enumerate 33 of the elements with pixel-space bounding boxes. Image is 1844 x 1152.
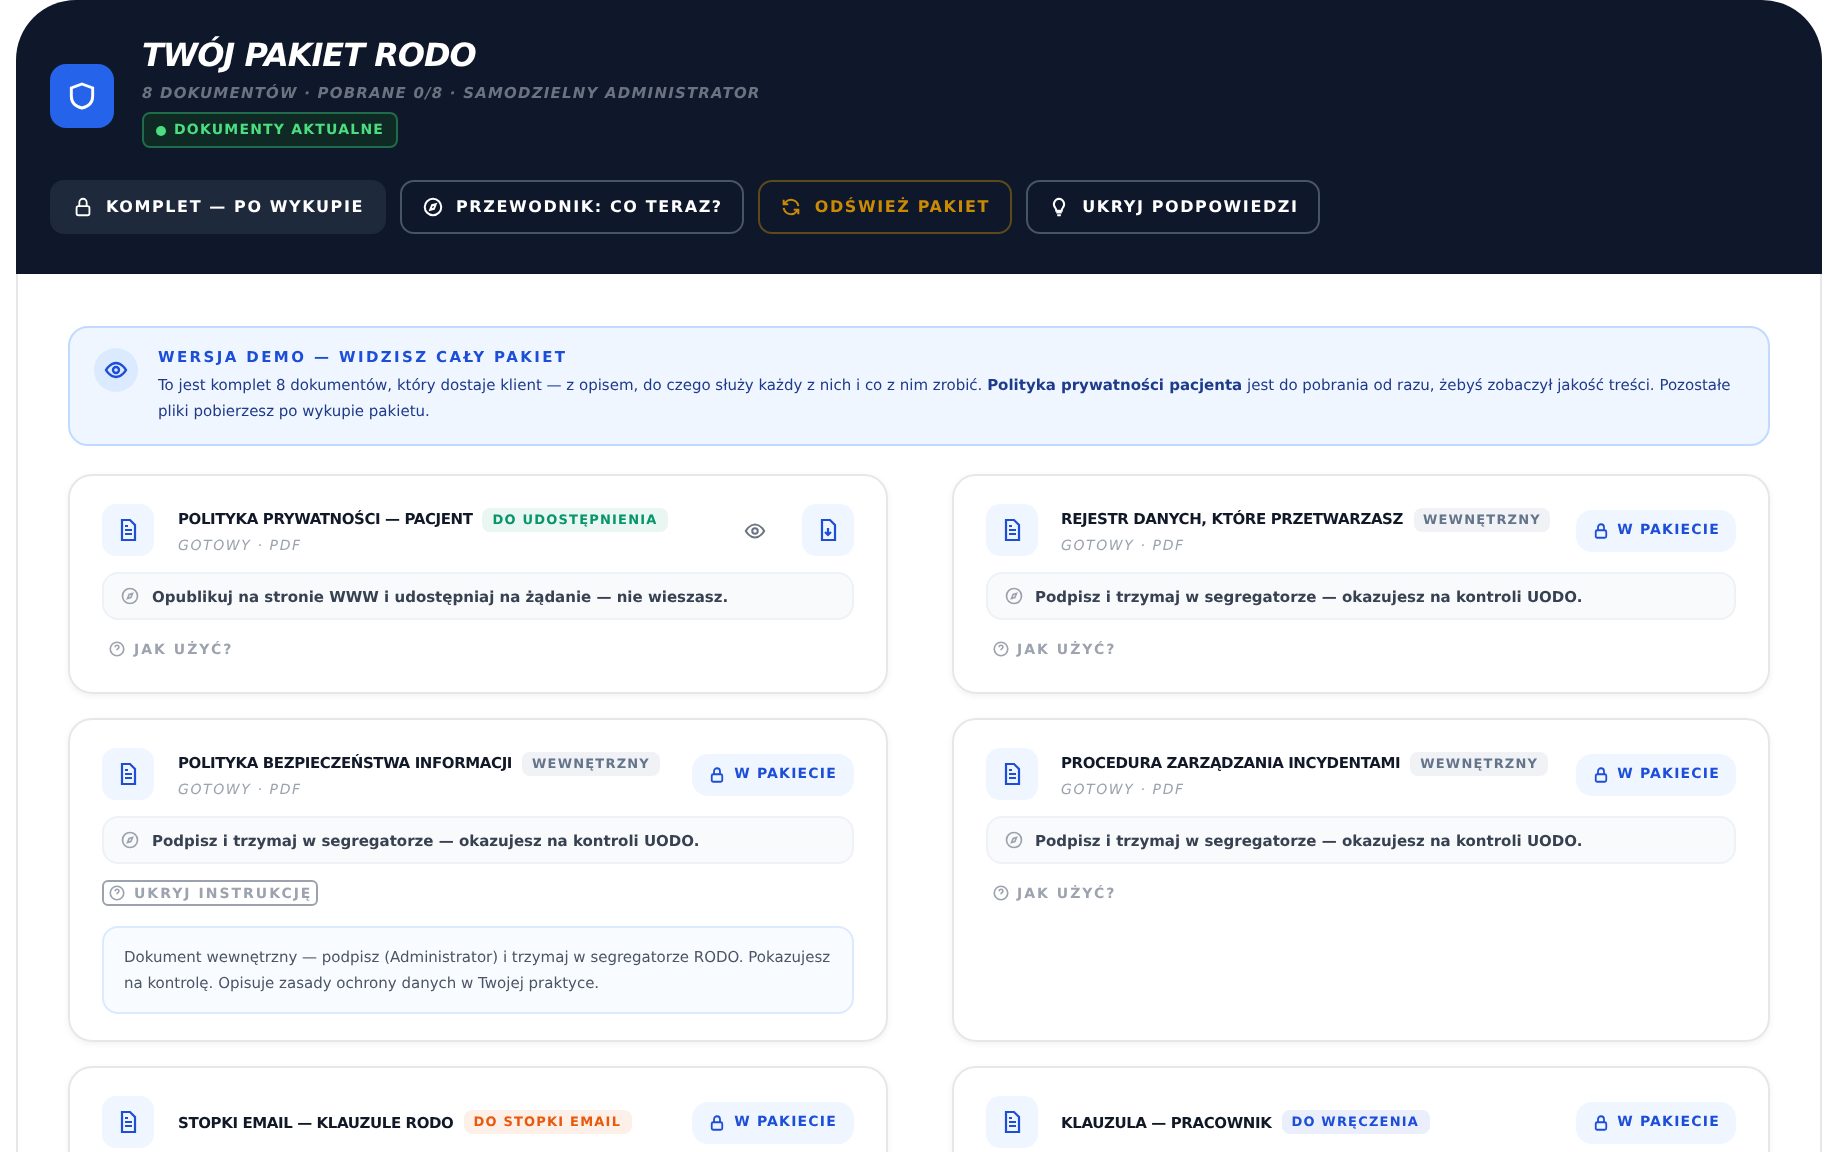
lock-icon: [708, 1113, 727, 1131]
document-icon: [985, 1096, 1037, 1148]
compass-icon: [1003, 830, 1023, 850]
compass-icon: [120, 830, 140, 850]
document-icon: [102, 748, 154, 800]
header-button[interactable]: ODŚWIEŻ PAKIET: [758, 180, 1013, 234]
download-button[interactable]: [801, 504, 853, 556]
document-icon: [102, 504, 154, 556]
document-icon: [102, 1096, 154, 1148]
document-icon: [985, 748, 1037, 800]
lock-icon: [708, 765, 727, 783]
preview-eye-icon[interactable]: [743, 519, 765, 541]
header-button[interactable]: PRZEWODNIK: CO TERAZ?: [399, 180, 745, 234]
lock-icon: [1591, 521, 1610, 539]
header-button[interactable]: KOMPLET — PO WYKUPIE: [50, 180, 386, 234]
header-button[interactable]: UKRYJ PODPOWIEDZI: [1026, 180, 1321, 234]
lock-icon: [1591, 1113, 1610, 1131]
question-icon: [991, 640, 1009, 658]
question-icon: [108, 884, 126, 902]
eye-icon: [94, 348, 138, 392]
lightbulb-icon: [1048, 196, 1071, 218]
question-icon: [991, 884, 1009, 902]
shield-logo-icon: [50, 64, 114, 128]
page-title: TWÓJ PAKIET RODO: [142, 36, 478, 74]
refresh-icon: [780, 196, 803, 218]
compass-icon: [120, 586, 140, 606]
lock-icon: [1591, 765, 1610, 783]
document-icon: [985, 504, 1037, 556]
lock-icon: [72, 196, 94, 218]
compass-icon: [1003, 586, 1023, 606]
question-icon: [108, 640, 126, 658]
compass-icon: [421, 196, 444, 218]
file-download-icon: [815, 518, 839, 542]
